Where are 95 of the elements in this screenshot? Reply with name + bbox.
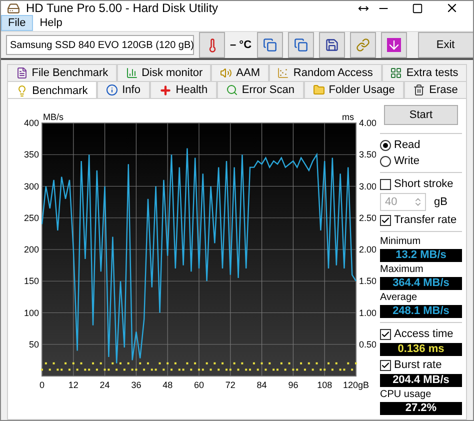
radio-label: Write	[394, 155, 420, 167]
y-tick-label: 350	[24, 150, 39, 160]
y-tick-label: 150	[24, 276, 39, 286]
reading-label: CPU usage	[380, 389, 432, 400]
start-button[interactable]: Start	[384, 105, 458, 125]
checkbox[interactable]	[380, 214, 391, 226]
y2-tick-label: 0.50	[359, 339, 376, 350]
trash-icon	[413, 84, 426, 96]
tab[interactable]: Extra tests	[382, 64, 468, 81]
checkbox-label: Burst rate	[394, 359, 442, 371]
window-title: HD Tune Pro 5.00 - Hard Disk Utility	[26, 1, 220, 15]
y-tick-label: 300	[24, 181, 39, 192]
link-icon	[356, 38, 370, 52]
menu-item[interactable]: Help	[32, 15, 70, 31]
document-icon	[16, 67, 28, 79]
x-tick-label: 96	[288, 380, 298, 390]
download-icon	[386, 38, 401, 52]
temperature-reading: – °C	[230, 39, 252, 51]
checkbox[interactable]	[380, 328, 391, 340]
scatter-icon	[277, 67, 290, 79]
y-tick-label: 400	[24, 118, 39, 128]
checkbox[interactable]	[380, 360, 391, 370]
x-tick-label: 84	[256, 380, 267, 390]
x-tick-label: 108	[317, 380, 332, 390]
y2-tick-label: 3.00	[359, 181, 376, 192]
tool-button[interactable]	[380, 32, 407, 58]
tab[interactable]: File Benchmark	[7, 64, 117, 81]
y2-tick-label: 2.50	[359, 212, 376, 223]
unit-label: gB	[434, 196, 448, 208]
close-icon[interactable]	[445, 1, 459, 15]
spin-arrows-icon	[413, 197, 423, 207]
save-icon	[324, 38, 339, 52]
copy-icon	[262, 38, 277, 52]
x-tick-label: 0	[40, 380, 44, 390]
checkbox-label: Transfer rate	[394, 214, 457, 226]
y-axis-unit: MB/s	[43, 112, 64, 122]
tool-button[interactable]	[288, 32, 314, 58]
search-icon	[226, 84, 238, 96]
reading-display: 204.4 MB/s	[380, 374, 462, 387]
y2-tick-label: 1.00	[359, 308, 376, 318]
tab[interactable]: Health	[150, 81, 217, 98]
tab[interactable]: Benchmark	[7, 81, 97, 99]
x-tick-label: 12	[68, 380, 78, 390]
bar-chart-icon	[126, 67, 138, 79]
tab[interactable]: Info	[96, 81, 150, 98]
y-tick-label: 100	[24, 308, 39, 318]
checkbox[interactable]	[380, 178, 391, 190]
x-tick-label: 60	[194, 380, 204, 390]
reading-display: 364.4 MB/s	[380, 277, 462, 290]
reading-label: Minimum	[380, 236, 422, 247]
x-tick-label: 36	[131, 380, 142, 390]
cross-icon	[158, 84, 172, 96]
x-tick-label: 120gB	[342, 380, 370, 390]
tab[interactable]: Folder Usage	[304, 81, 404, 98]
y-tick-label: 50	[28, 339, 39, 350]
checkbox-label: Access time	[394, 328, 454, 340]
info-icon	[106, 84, 118, 96]
exit-button[interactable]: Exit	[418, 32, 473, 58]
checkbox-label: Short stroke	[394, 178, 454, 190]
reading-display: 248.1 MB/s	[380, 305, 462, 318]
y2-axis-unit: ms	[342, 112, 354, 122]
temperature-button[interactable]	[199, 32, 225, 58]
reading-label: Average	[380, 292, 418, 303]
folder-icon	[312, 84, 325, 96]
x-tick-label: 24	[100, 380, 110, 390]
lightbulb-icon	[16, 84, 28, 96]
copy-icon	[294, 38, 308, 52]
speaker-icon	[220, 67, 232, 79]
tab[interactable]: Random Access	[268, 64, 382, 81]
y-tick-label: 250	[24, 212, 39, 223]
y2-tick-label: 2.00	[359, 244, 376, 254]
reading-display: 13.2 MB/s	[380, 249, 462, 262]
tab[interactable]: Disk monitor	[116, 64, 212, 81]
grid-icon	[390, 67, 402, 79]
x-tick-label: 48	[162, 380, 173, 390]
tab[interactable]: Erase	[404, 81, 468, 98]
reading-display: 27.2%	[380, 402, 462, 415]
maximize-icon[interactable]	[412, 2, 423, 14]
y2-tick-label: 3.50	[359, 150, 376, 160]
radio-label: Read	[394, 139, 420, 151]
tool-button[interactable]	[256, 32, 283, 58]
reading-display: 0.136 ms	[380, 343, 462, 356]
app-icon	[7, 2, 20, 14]
drive-dropdown[interactable]: Samsung SSD 840 EVO 120GB (120 gB)	[6, 35, 194, 55]
radio-button[interactable]	[380, 156, 391, 166]
radio-button[interactable]	[380, 140, 391, 150]
y2-tick-label: 4.00	[359, 118, 376, 128]
y-tick-label: 200	[24, 244, 39, 254]
tool-button[interactable]	[318, 32, 345, 58]
tab[interactable]: AAM	[211, 64, 269, 81]
menu-item[interactable]: File	[1, 15, 33, 31]
tab[interactable]: Error Scan	[216, 81, 304, 98]
reading-label: Maximum	[380, 264, 424, 275]
x-tick-label: 72	[225, 380, 236, 390]
y2-tick-label: 1.50	[359, 276, 376, 286]
